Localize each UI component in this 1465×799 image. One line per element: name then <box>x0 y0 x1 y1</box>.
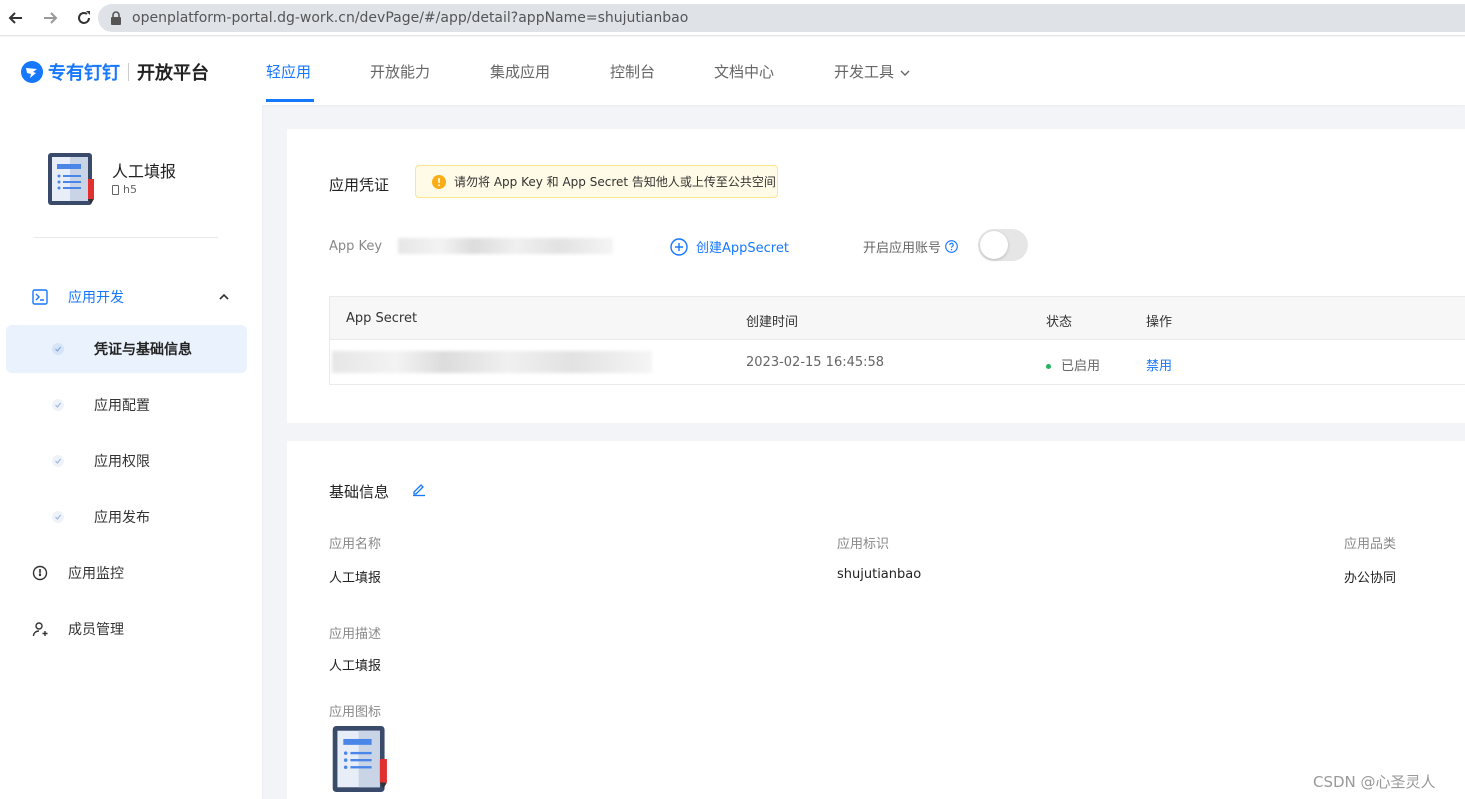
tab-console[interactable]: 控制台 <box>610 61 655 82</box>
sidebar-item-label: 应用监控 <box>68 566 124 582</box>
sidebar-group-label: 应用开发 <box>68 290 124 306</box>
tab-light-app[interactable]: 轻应用 <box>266 61 311 82</box>
divider <box>34 237 218 238</box>
basic-info-title: 基础信息 <box>329 483 390 501</box>
app-name-value: 人工填报 <box>329 571 382 586</box>
lock-icon <box>111 11 121 25</box>
address-bar[interactable]: openplatform-portal.dg-work.cn/devPage/#… <box>98 4 1465 32</box>
sidebar-item-label: 应用配置 <box>94 398 150 414</box>
enable-account-label: 开启应用账号 <box>863 237 958 256</box>
sidebar-item-app-publish[interactable]: 应用发布 <box>6 493 247 541</box>
app-name: 人工填报 <box>112 162 177 181</box>
app-desc-label: 应用描述 <box>329 627 382 642</box>
watermark: CSDN @心圣灵人 <box>1313 773 1436 791</box>
tab-open-capability[interactable]: 开放能力 <box>370 61 430 82</box>
sidebar-item-label: 应用发布 <box>94 510 150 526</box>
created-time: 2023-02-15 16:45:58 <box>746 355 885 370</box>
enable-account-toggle[interactable] <box>978 229 1028 261</box>
warning-icon <box>432 174 446 189</box>
create-appsecret-button[interactable]: 创建AppSecret <box>670 237 789 256</box>
app-desc-value: 人工填报 <box>329 659 382 674</box>
disable-link[interactable]: 禁用 <box>1146 355 1172 374</box>
terminal-icon <box>32 289 48 305</box>
add-user-icon <box>32 622 48 637</box>
app-secret-value-redacted <box>332 351 652 373</box>
browser-toolbar: openplatform-portal.dg-work.cn/devPage/#… <box>0 0 1465 36</box>
column-header: App Secret <box>346 311 418 326</box>
logo-separator <box>128 63 129 81</box>
app-key-label: App Key <box>329 239 383 254</box>
app-form-icon <box>48 153 94 205</box>
sidebar: 人工填报 h5 应用开发 凭证与基础信息 应用配置 应用权限 应用发布 应用监控… <box>0 105 263 799</box>
logo-text: 专有钉钉 <box>48 63 120 84</box>
app-id-label: 应用标识 <box>837 537 890 552</box>
status-text: 已启用 <box>1061 359 1101 374</box>
forward-icon[interactable] <box>36 4 64 32</box>
active-tab-indicator <box>266 99 314 102</box>
status-dot <box>1046 364 1051 369</box>
app-key-value-redacted <box>398 238 613 254</box>
sidebar-item-monitor[interactable]: 应用监控 <box>0 549 263 597</box>
app-name-label: 应用名称 <box>329 537 382 552</box>
url-text: openplatform-portal.dg-work.cn/devPage/#… <box>132 10 689 26</box>
check-circle-icon <box>52 399 64 411</box>
top-navigation: 专有钉钉 开放平台 轻应用 开放能力 集成应用 控制台 文档中心 开发工具 <box>0 37 1465 105</box>
app-id-value: shujutianbao <box>837 567 922 582</box>
tab-dev-tools-label: 开发工具 <box>834 63 895 81</box>
chevron-down-icon <box>900 70 910 76</box>
warning-banner: 请勿将 App Key 和 App Secret 告知他人或上传至公共空间 <box>415 165 778 198</box>
credentials-title: 应用凭证 <box>329 176 390 194</box>
sidebar-item-members[interactable]: 成员管理 <box>0 605 263 653</box>
sidebar-group-app-dev[interactable]: 应用开发 <box>0 273 263 321</box>
check-circle-icon <box>52 343 64 355</box>
app-form-icon <box>332 726 387 792</box>
tab-dev-tools[interactable]: 开发工具 <box>834 61 910 82</box>
check-circle-icon <box>52 511 64 523</box>
back-icon[interactable] <box>2 4 30 32</box>
sidebar-item-label: 凭证与基础信息 <box>94 342 192 358</box>
sidebar-item-label: 应用权限 <box>94 454 150 470</box>
chevron-up-icon <box>219 293 229 300</box>
edit-icon[interactable] <box>411 481 427 497</box>
help-icon[interactable] <box>945 240 958 253</box>
logo[interactable]: 专有钉钉 开放平台 <box>20 59 209 85</box>
status-badge: 已启用 <box>1046 355 1100 374</box>
check-circle-icon <box>52 455 64 467</box>
tab-docs[interactable]: 文档中心 <box>714 61 774 82</box>
enable-account-text: 开启应用账号 <box>863 241 942 256</box>
appsecret-table: App Secret 创建时间 状态 操作 2023-02-15 16:45:5… <box>329 296 1465 385</box>
tab-integrated-app[interactable]: 集成应用 <box>490 61 550 82</box>
column-header: 状态 <box>1046 315 1073 330</box>
app-type: h5 <box>112 183 137 196</box>
app-category-label: 应用品类 <box>1344 537 1397 552</box>
sidebar-item-app-config[interactable]: 应用配置 <box>6 381 247 429</box>
toggle-knob <box>980 231 1008 259</box>
app-category-value: 办公协同 <box>1344 571 1397 586</box>
create-appsecret-label: 创建AppSecret <box>696 241 789 256</box>
column-header: 创建时间 <box>746 315 799 330</box>
gauge-icon <box>32 565 48 581</box>
phone-icon <box>112 184 119 195</box>
reload-icon[interactable] <box>70 4 98 32</box>
sidebar-item-app-permission[interactable]: 应用权限 <box>6 437 247 485</box>
sidebar-item-label: 成员管理 <box>68 622 124 638</box>
dingtalk-logo-icon <box>21 61 43 83</box>
app-type-label: h5 <box>123 183 137 196</box>
table-header: App Secret 创建时间 状态 操作 <box>330 297 1465 340</box>
app-icon-label: 应用图标 <box>329 705 382 720</box>
platform-name: 开放平台 <box>137 63 209 84</box>
warning-text: 请勿将 App Key 和 App Secret 告知他人或上传至公共空间 <box>454 175 776 189</box>
sidebar-item-credentials[interactable]: 凭证与基础信息 <box>6 325 247 373</box>
plus-circle-icon <box>670 237 688 256</box>
basic-info-card: 基础信息 应用名称 人工填报 应用标识 shujutianbao 应用品类 办公… <box>287 441 1465 799</box>
credentials-card: 应用凭证 请勿将 App Key 和 App Secret 告知他人或上传至公共… <box>287 129 1465 423</box>
column-header: 操作 <box>1146 315 1173 330</box>
